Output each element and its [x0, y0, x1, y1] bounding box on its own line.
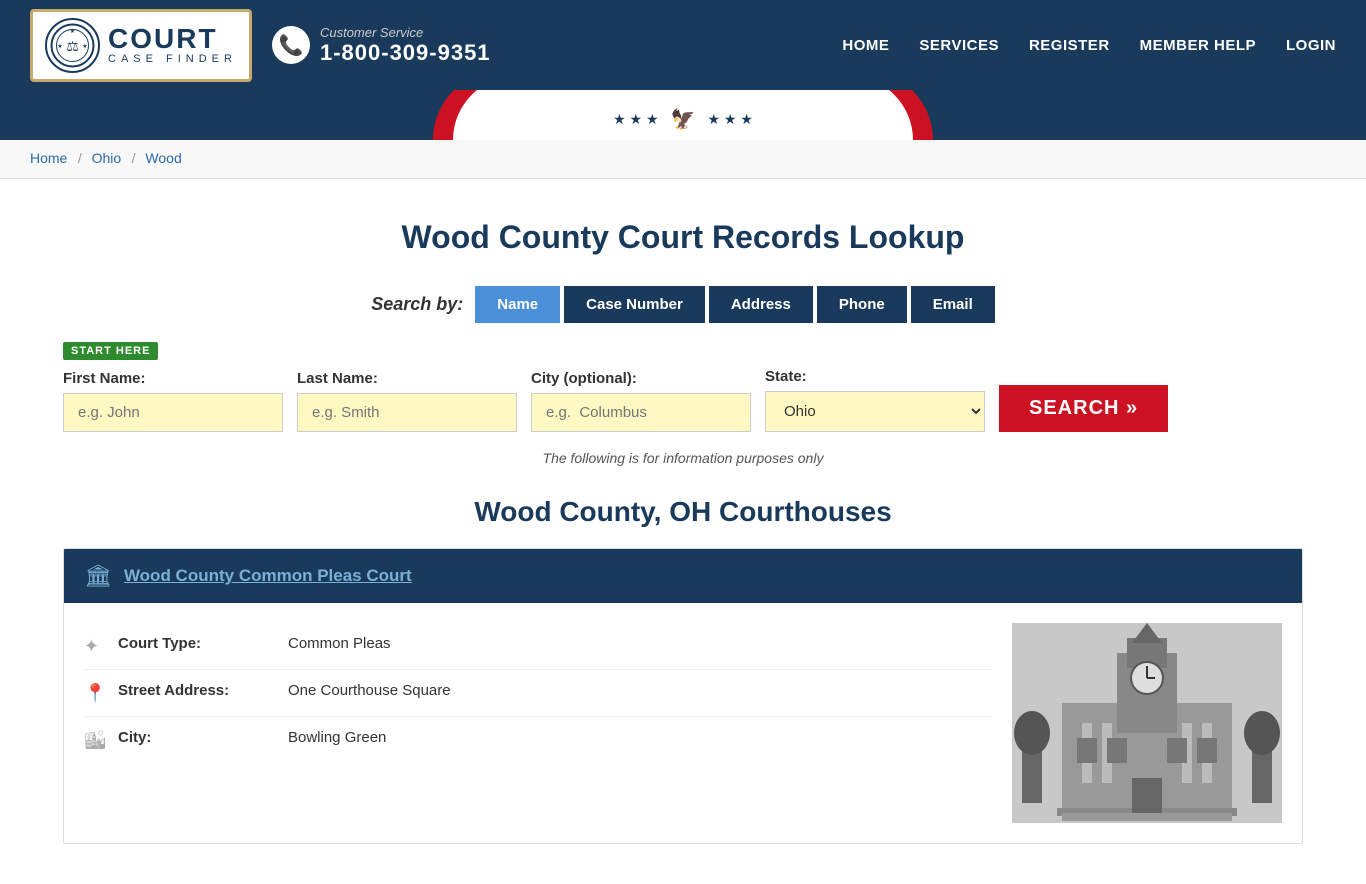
breadcrumb-bar: Home / Ohio / Wood [0, 140, 1366, 179]
breadcrumb-sep-1: / [78, 150, 86, 166]
svg-text:★: ★ [70, 28, 75, 35]
courthouse-details: ✦ Court Type: Common Pleas 📍 Street Addr… [84, 623, 992, 823]
court-type-value: Common Pleas [288, 635, 391, 652]
svg-text:★: ★ [82, 43, 87, 50]
logo-text: COURT CASE FINDER [108, 25, 237, 65]
state-group: State: Ohio Alabama Alaska Arizona Arkan… [765, 368, 985, 432]
courthouses-title: Wood County, OH Courthouses [63, 496, 1303, 528]
street-address-label: Street Address: [118, 682, 278, 699]
phone-icon: 📞 [272, 26, 310, 64]
state-label: State: [765, 368, 985, 385]
court-type-icon: ✦ [84, 636, 108, 657]
courthouse-image [1012, 623, 1282, 823]
site-logo: ⚖ ★ ★ ★ COURT CASE FINDER [30, 9, 252, 82]
breadcrumb-home[interactable]: Home [30, 150, 67, 166]
nav-home[interactable]: HOME [842, 37, 889, 54]
court-type-row: ✦ Court Type: Common Pleas [84, 623, 992, 670]
logo-court-label: COURT [108, 25, 237, 53]
courthouse-card: 🏛 Wood County Common Pleas Court ✦ Court… [63, 548, 1303, 844]
arch-eagle: ★ ★ ★ 🦅 ★ ★ ★ [613, 107, 753, 132]
cs-text: Customer Service 1-800-309-9351 [320, 25, 491, 66]
logo-finder-label: CASE FINDER [108, 53, 237, 65]
breadcrumb-ohio[interactable]: Ohio [92, 150, 122, 166]
logo-emblem-icon: ⚖ ★ ★ ★ [45, 18, 100, 73]
city-group: City (optional): [531, 370, 751, 432]
search-by-label: Search by: [371, 294, 463, 315]
page-title: Wood County Court Records Lookup [63, 219, 1303, 256]
city-row: 🏙 City: Bowling Green [84, 717, 992, 763]
main-content: Wood County Court Records Lookup Search … [33, 179, 1333, 884]
nav-login[interactable]: LOGIN [1286, 37, 1336, 54]
first-name-label: First Name: [63, 370, 283, 387]
banner-arch: ★ ★ ★ 🦅 ★ ★ ★ [0, 90, 1366, 140]
courthouse-body: ✦ Court Type: Common Pleas 📍 Street Addr… [64, 603, 1302, 843]
last-name-label: Last Name: [297, 370, 517, 387]
svg-text:★: ★ [57, 43, 62, 50]
tab-case-number[interactable]: Case Number [564, 286, 705, 323]
search-by-row: Search by: Name Case Number Address Phon… [63, 286, 1303, 323]
courthouse-icon: 🏛 [84, 563, 112, 589]
tab-email[interactable]: Email [911, 286, 995, 323]
info-note: The following is for information purpose… [63, 450, 1303, 466]
tab-address[interactable]: Address [709, 286, 813, 323]
search-button[interactable]: SEARCH » [999, 385, 1168, 432]
arch-stars-right: ★ ★ ★ [707, 111, 752, 128]
nav-services[interactable]: SERVICES [919, 37, 999, 54]
nav-member-help[interactable]: MEMBER HELP [1140, 37, 1256, 54]
city-label: City (optional): [531, 370, 751, 387]
city-input[interactable] [531, 393, 751, 432]
street-address-icon: 📍 [84, 683, 108, 704]
first-name-input[interactable] [63, 393, 283, 432]
courthouse-name-link[interactable]: Wood County Common Pleas Court [124, 566, 412, 586]
street-address-value: One Courthouse Square [288, 682, 451, 699]
breadcrumb-sep-2: / [132, 150, 140, 166]
tab-name[interactable]: Name [475, 286, 560, 323]
cs-phone: 1-800-309-9351 [320, 40, 491, 66]
nav-register[interactable]: REGISTER [1029, 37, 1110, 54]
first-name-group: First Name: [63, 370, 283, 432]
main-nav: HOME SERVICES REGISTER MEMBER HELP LOGIN [842, 37, 1336, 54]
header-left: ⚖ ★ ★ ★ COURT CASE FINDER 📞 Customer Ser… [30, 9, 491, 82]
last-name-input[interactable] [297, 393, 517, 432]
arch-stars-left: ★ ★ ★ [613, 111, 658, 128]
court-type-label: Court Type: [118, 635, 278, 652]
last-name-group: Last Name: [297, 370, 517, 432]
site-header: ⚖ ★ ★ ★ COURT CASE FINDER 📞 Customer Ser… [0, 0, 1366, 90]
state-select[interactable]: Ohio Alabama Alaska Arizona Arkansas Cal… [765, 391, 985, 432]
search-form: First Name: Last Name: City (optional): … [63, 368, 1303, 432]
cs-label: Customer Service [320, 25, 491, 40]
eagle-icon: 🦅 [671, 107, 696, 132]
customer-service: 📞 Customer Service 1-800-309-9351 [272, 25, 491, 66]
city-row-label: City: [118, 729, 278, 746]
svg-text:⚖: ⚖ [66, 38, 79, 54]
breadcrumb-wood[interactable]: Wood [145, 150, 181, 166]
start-here-badge: START HERE [63, 341, 1303, 368]
city-row-icon: 🏙 [84, 730, 108, 751]
city-row-value: Bowling Green [288, 729, 386, 746]
tab-phone[interactable]: Phone [817, 286, 907, 323]
street-address-row: 📍 Street Address: One Courthouse Square [84, 670, 992, 717]
courthouse-header: 🏛 Wood County Common Pleas Court [64, 549, 1302, 603]
